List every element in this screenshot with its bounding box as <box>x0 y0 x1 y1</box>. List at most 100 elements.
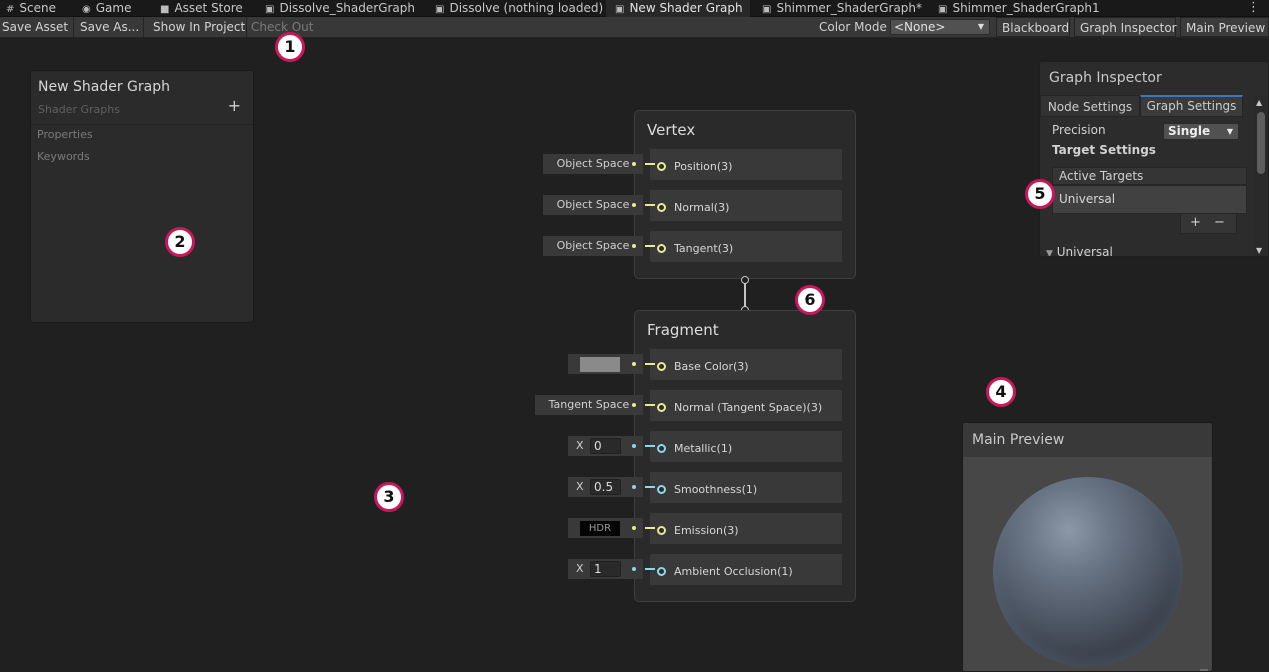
block-label: Base Color(3) <box>674 360 749 373</box>
more-options-icon[interactable]: ⋮ <box>1247 0 1260 15</box>
normal-space-input[interactable]: Tangent Space <box>535 395 643 415</box>
tab-game[interactable]: ◉ Game <box>82 0 131 17</box>
bag-icon: ■ <box>160 4 170 15</box>
input-port[interactable] <box>657 485 666 494</box>
wire-dot <box>632 362 636 366</box>
tab-shimmer-shadergraph1[interactable]: ▣ Shimmer_ShaderGraph1 <box>938 0 1100 17</box>
scroll-down-icon[interactable]: ▼ <box>1256 246 1262 255</box>
axis-label: X <box>576 480 584 493</box>
wire <box>645 486 655 488</box>
fragment-block-normal-tangent[interactable]: Normal (Tangent Space)(3) <box>650 390 842 422</box>
blackboard-toggle-button[interactable]: Blackboard <box>996 17 1070 37</box>
add-target-button[interactable]: + <box>1190 214 1201 232</box>
normal-space-input[interactable]: Object Space <box>543 195 643 215</box>
wire <box>645 404 655 406</box>
graph-inspector-toggle-button[interactable]: Graph Inspector <box>1074 17 1177 37</box>
fragment-block-base-color[interactable]: Base Color(3) <box>650 349 842 381</box>
shader-graph-icon: ▣ <box>615 4 625 15</box>
metallic-value-field[interactable]: 0 <box>590 438 621 454</box>
universal-foldout[interactable]: ▼ Universal <box>1046 245 1113 257</box>
axis-label: X <box>576 439 584 452</box>
block-label: Ambient Occlusion(1) <box>674 565 793 578</box>
fragment-block-ambient-occlusion[interactable]: Ambient Occlusion(1) <box>650 554 842 586</box>
graph-inspector-tabs: Node Settings Graph Settings <box>1040 95 1256 117</box>
graph-inspector-panel[interactable]: Graph Inspector Node Settings Graph Sett… <box>1039 61 1269 257</box>
block-label: Emission(3) <box>674 524 739 537</box>
vertex-block-tangent[interactable]: Tangent(3) <box>650 231 842 263</box>
blackboard-section-keywords[interactable]: Keywords <box>37 150 90 163</box>
input-port[interactable] <box>657 567 666 576</box>
input-port[interactable] <box>657 244 666 253</box>
tab-asset-store[interactable]: ■ Asset Store <box>160 0 243 17</box>
precision-dropdown[interactable]: Single ▼ <box>1163 123 1239 140</box>
position-space-input[interactable]: Object Space <box>543 154 643 174</box>
tab-dissolve-shadergraph[interactable]: ▣ Dissolve_ShaderGraph <box>265 0 415 17</box>
vertex-block-position[interactable]: Position(3) <box>650 149 842 181</box>
input-port[interactable] <box>657 162 666 171</box>
dropdown-arrow-icon: ▼ <box>977 22 984 31</box>
fragment-context[interactable]: Fragment Base Color(3) Normal (Tangent S… <box>634 310 856 602</box>
fragment-block-metallic[interactable]: Metallic(1) <box>650 431 842 463</box>
shader-graph-icon: ▣ <box>762 4 772 15</box>
main-preview-viewport[interactable] <box>963 457 1212 671</box>
blackboard-title: New Shader Graph <box>38 79 170 95</box>
wire-dot <box>632 444 636 448</box>
scrollbar-thumb[interactable] <box>1257 112 1265 174</box>
fragment-block-emission[interactable]: Emission(3) <box>650 513 842 545</box>
block-label: Metallic(1) <box>674 442 733 455</box>
wire-dot <box>632 162 636 166</box>
wire-dot <box>632 526 636 530</box>
color-mode-label: Color Mode <box>819 20 887 34</box>
block-label: Normal(3) <box>674 201 730 214</box>
scroll-up-icon[interactable]: ▲ <box>1256 98 1262 107</box>
show-in-project-button[interactable]: Show In Project <box>148 17 247 37</box>
input-port[interactable] <box>657 203 666 212</box>
wire <box>645 527 655 529</box>
callout-4: 4 <box>986 377 1016 407</box>
active-target-item[interactable]: Universal <box>1052 185 1247 214</box>
fragment-block-smoothness[interactable]: Smoothness(1) <box>650 472 842 504</box>
main-preview-panel[interactable]: Main Preview <box>962 422 1213 672</box>
graph-inspector-title: Graph Inspector <box>1049 70 1162 86</box>
input-port[interactable] <box>657 403 666 412</box>
foldout-arrow-icon: ▼ <box>1046 249 1053 257</box>
wire <box>645 204 655 206</box>
tab-graph-settings[interactable]: Graph Settings <box>1140 95 1243 117</box>
wire <box>645 568 655 570</box>
save-as-button[interactable]: Save As... <box>75 17 144 37</box>
remove-target-button[interactable]: − <box>1214 214 1225 232</box>
vertex-block-normal[interactable]: Normal(3) <box>650 190 842 222</box>
wire <box>645 245 655 247</box>
blackboard-panel[interactable]: New Shader Graph Shader Graphs + Propert… <box>30 70 254 323</box>
hdr-color-swatch[interactable]: HDR <box>580 521 620 536</box>
save-asset-button[interactable]: Save Asset <box>0 17 74 37</box>
block-label: Normal (Tangent Space)(3) <box>674 401 823 414</box>
wire-dot <box>632 403 636 407</box>
tab-new-shader-graph[interactable]: ▣ New Shader Graph <box>606 0 750 17</box>
input-port[interactable] <box>657 362 666 371</box>
main-preview-header: Main Preview <box>963 423 1212 457</box>
input-port[interactable] <box>657 526 666 535</box>
main-preview-toggle-button[interactable]: Main Preview <box>1180 17 1269 37</box>
ambient-occlusion-value-field[interactable]: 1 <box>590 561 621 577</box>
tab-shimmer-shadergraph[interactable]: ▣ Shimmer_ShaderGraph* <box>762 0 922 17</box>
vertex-context[interactable]: Vertex Position(3) Normal(3) Tangent(3) <box>634 110 856 279</box>
blackboard-section-properties[interactable]: Properties <box>37 128 93 141</box>
smoothness-value-field[interactable]: 0.5 <box>590 479 621 495</box>
gamepad-icon: ◉ <box>82 4 91 15</box>
window-tab-bar: # Scene ◉ Game ■ Asset Store ▣ Dissolve_Shad… <box>0 0 1269 17</box>
input-port[interactable] <box>657 444 666 453</box>
add-property-button[interactable]: + <box>228 96 241 115</box>
tab-scene[interactable]: # Scene <box>6 0 56 17</box>
tab-dissolve-nothing-loaded[interactable]: ▣ Dissolve (nothing loaded) <box>435 0 603 17</box>
callout-1: 1 <box>275 32 305 62</box>
tangent-space-input[interactable]: Object Space <box>543 236 643 256</box>
shader-graph-icon: ▣ <box>265 4 275 15</box>
color-swatch[interactable] <box>580 357 620 372</box>
active-targets-header: Active Targets <box>1052 167 1247 185</box>
block-label: Smoothness(1) <box>674 483 758 496</box>
color-mode-dropdown[interactable]: <None> ▼ <box>890 19 990 35</box>
inspector-scrollbar[interactable]: ▲ ▼ <box>1254 96 1268 256</box>
tab-node-settings[interactable]: Node Settings <box>1040 95 1140 117</box>
dropdown-arrow-icon: ▼ <box>1226 127 1233 136</box>
